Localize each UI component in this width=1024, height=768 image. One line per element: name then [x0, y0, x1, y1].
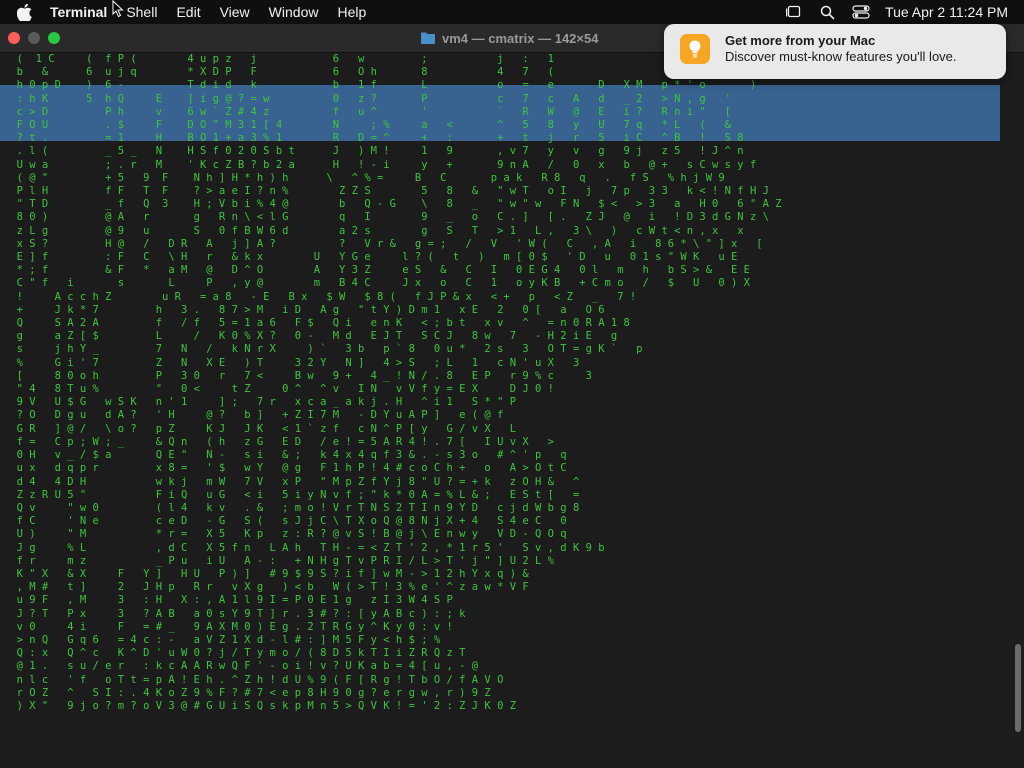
spotlight-search-icon[interactable] — [817, 2, 837, 22]
mouse-pointer-icon — [112, 0, 124, 18]
control-center-icon[interactable] — [851, 2, 871, 22]
menu-bar: Terminal Shell Edit View Window Help Tue… — [0, 0, 1024, 24]
menu-app-name[interactable]: Terminal — [50, 0, 107, 24]
window-title-text: vm4 — cmatrix — 142×54 — [442, 30, 599, 46]
menu-help[interactable]: Help — [337, 0, 366, 24]
window-title: vm4 — cmatrix — 142×54 — [420, 24, 598, 52]
stage-manager-icon[interactable] — [783, 2, 803, 22]
minimize-window-button[interactable] — [28, 32, 40, 44]
menu-edit[interactable]: Edit — [176, 0, 200, 24]
zoom-window-button[interactable] — [48, 32, 60, 44]
close-window-button[interactable] — [8, 32, 20, 44]
scrollbar-thumb[interactable] — [1015, 644, 1021, 732]
menu-window[interactable]: Window — [269, 0, 319, 24]
terminal-content-area[interactable]: ( 1 C ( f P ( 4 u p z j 6 w ; j : 1 b & … — [0, 53, 1024, 768]
status-area: Tue Apr 2 11:24 PM — [769, 0, 1008, 24]
menu-shell[interactable]: Shell — [126, 0, 157, 24]
tips-lightbulb-icon — [680, 34, 710, 64]
apple-menu-icon[interactable] — [14, 2, 34, 22]
notification-body: Discover must-know features you'll love. — [725, 49, 957, 64]
cmatrix-output: ( 1 C ( f P ( 4 u p z j 6 w ; j : 1 b & … — [16, 53, 782, 712]
menu-clock[interactable]: Tue Apr 2 11:24 PM — [885, 4, 1008, 20]
menu-view[interactable]: View — [220, 0, 250, 24]
notification-banner[interactable]: Get more from your Mac Discover must-kno… — [664, 24, 1006, 79]
folder-icon — [421, 32, 435, 44]
terminal-window: vm4 — cmatrix — 142×54 ( 1 C ( f P ( 4 u… — [0, 24, 1024, 768]
notification-title: Get more from your Mac — [725, 33, 876, 48]
